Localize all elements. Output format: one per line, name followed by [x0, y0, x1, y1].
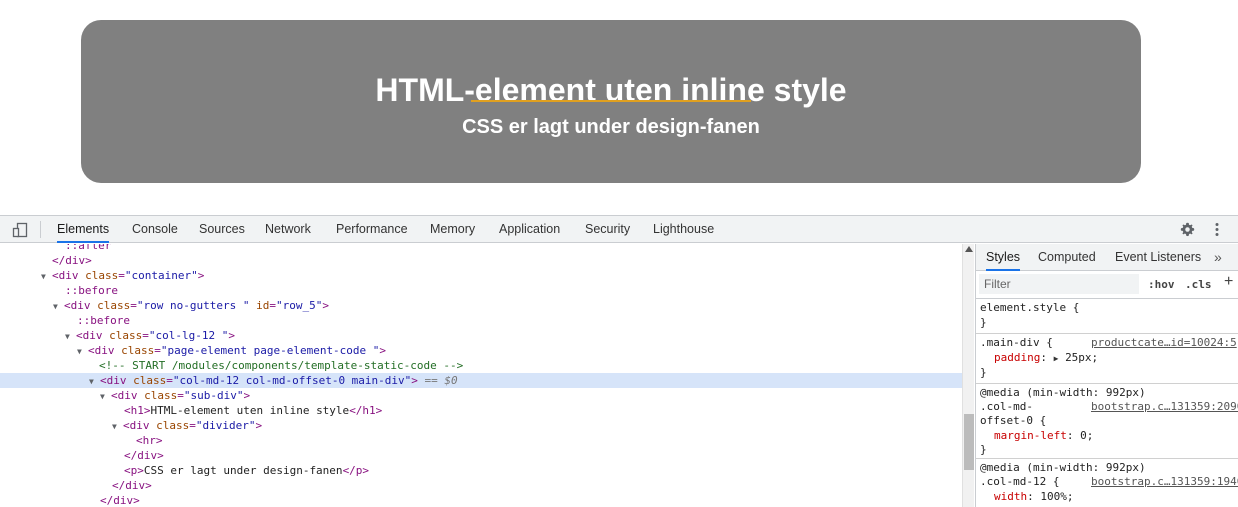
elements-scrollbar[interactable] [962, 244, 974, 507]
tab-memory[interactable]: Memory [430, 216, 475, 243]
rule-element-style[interactable]: element.style { } [976, 299, 1238, 334]
styles-filter-input[interactable] [979, 274, 1139, 294]
expand-shorthand-icon[interactable]: ▶ [1054, 354, 1059, 363]
tree-node[interactable]: ▼ <div class="container"> [0, 268, 962, 283]
tree-node[interactable]: </div> [0, 253, 962, 268]
tree-node[interactable]: </div> [0, 493, 962, 507]
hero-divider [471, 100, 751, 102]
tab-styles[interactable]: Styles [986, 244, 1021, 271]
rule-selector: .main-div { [980, 336, 1053, 349]
cls-toggle[interactable]: .cls [1185, 278, 1212, 291]
rule-source-link[interactable]: bootstrap.c…131359:2090 [1091, 400, 1238, 414]
expand-triangle-icon[interactable]: ▼ [77, 344, 88, 359]
css-value[interactable]: 0; [1080, 429, 1093, 442]
styles-filter-bar: :hov .cls + [976, 271, 1238, 299]
toolbar-separator [40, 221, 41, 238]
new-rule-plus-icon[interactable]: + [1224, 273, 1233, 291]
expand-triangle-icon[interactable]: ▼ [41, 269, 52, 284]
expand-triangle-icon[interactable]: ▼ [89, 374, 100, 389]
tree-node[interactable]: <p>CSS er lagt under design-fanen</p> [0, 463, 962, 478]
html-comment: <!-- START /modules/components/template-… [99, 359, 464, 372]
tab-console[interactable]: Console [132, 216, 178, 243]
gear-icon[interactable] [1180, 222, 1195, 237]
rule-source-link[interactable]: productcate…id=10024:5 [1091, 336, 1237, 350]
scrollbar-thumb[interactable] [964, 414, 974, 470]
tab-elements[interactable]: Elements [57, 216, 110, 243]
expand-triangle-icon[interactable]: ▼ [112, 419, 123, 434]
elements-tree[interactable]: ::after </div> ▼ <div class="container"> … [0, 244, 962, 507]
tab-computed[interactable]: Computed [1038, 244, 1096, 271]
tree-node-selected[interactable]: ▼ <div class="col-md-12 col-md-offset-0 m… [0, 373, 962, 388]
rule-source-link[interactable]: bootstrap.c…131359:1940 [1091, 475, 1238, 489]
css-value[interactable]: 100%; [1040, 490, 1073, 503]
media-query: @media (min-width: 992px) [980, 461, 1146, 474]
tree-node[interactable]: ▼ <div class="col-lg-12 "> [0, 328, 962, 343]
page-preview: HTML-element uten inline style CSS er la… [0, 0, 1238, 215]
more-tabs-chevron-icon[interactable]: » [1214, 244, 1222, 271]
tree-node[interactable]: <!-- START /modules/components/template-… [0, 358, 962, 373]
tab-performance[interactable]: Performance [336, 216, 408, 243]
css-property[interactable]: padding [994, 351, 1040, 364]
kebab-menu-icon[interactable] [1211, 222, 1223, 237]
media-query: @media (min-width: 992px) [980, 386, 1146, 399]
devtools-tabbar: Elements Console Sources Network Perform… [0, 216, 1238, 243]
tree-node[interactable]: <h1>HTML-element uten inline style</h1> [0, 403, 962, 418]
tab-application[interactable]: Application [499, 216, 560, 243]
tree-node[interactable]: </div> [0, 448, 962, 463]
tree-node[interactable]: ▼ <div class="row no-gutters " id="row_5"… [0, 298, 962, 313]
device-toggle-icon[interactable] [12, 222, 28, 238]
rule-col-md-offset-0[interactable]: @media (min-width: 992px) .col-md- boots… [976, 384, 1238, 459]
scroll-up-arrow-icon[interactable] [965, 246, 973, 252]
styles-pane: Styles Computed Event Listeners » :hov .… [975, 244, 1238, 507]
css-value[interactable]: 25px; [1065, 351, 1098, 364]
tree-node[interactable]: ::after [0, 244, 962, 253]
rule-selector: .col-md- [980, 400, 1033, 413]
tree-node[interactable]: ▼ <div class="sub-div"> [0, 388, 962, 403]
tab-sources[interactable]: Sources [199, 216, 245, 243]
selected-node-marker: == $0 [424, 374, 458, 387]
tab-security[interactable]: Security [585, 216, 630, 243]
tree-node[interactable]: ▼ <div class="page-element page-element-c… [0, 343, 962, 358]
tree-node[interactable]: ::before [0, 313, 962, 328]
rule-selector: element.style { [980, 301, 1080, 314]
closing-tag: </div> [52, 254, 92, 267]
hero-banner: HTML-element uten inline style CSS er la… [81, 20, 1141, 183]
tab-network[interactable]: Network [265, 216, 311, 243]
expand-triangle-icon[interactable]: ▼ [100, 389, 111, 404]
expand-triangle-icon[interactable]: ▼ [53, 299, 64, 314]
styles-tabbar: Styles Computed Event Listeners » [976, 244, 1238, 271]
css-property[interactable]: width [994, 490, 1027, 503]
tree-node[interactable]: ▼ <div class="divider"> [0, 418, 962, 433]
devtools-panel: Elements Console Sources Network Perform… [0, 215, 1238, 507]
rule-col-md-12[interactable]: @media (min-width: 992px) .col-md-12 { b… [976, 459, 1238, 507]
tab-lighthouse[interactable]: Lighthouse [653, 216, 714, 243]
tree-node[interactable]: <hr> [0, 433, 962, 448]
rule-selector: .col-md-12 { [980, 475, 1060, 488]
css-property[interactable]: margin-left [994, 429, 1067, 442]
hero-heading: HTML-element uten inline style [375, 72, 847, 108]
hero-subtitle: CSS er lagt under design-fanen [462, 116, 760, 138]
rule-main-div[interactable]: .main-div { productcate…id=10024:5 paddi… [976, 334, 1238, 384]
tree-node[interactable]: ::before [0, 283, 962, 298]
expand-triangle-icon[interactable]: ▼ [65, 329, 76, 344]
tree-node[interactable]: </div> [0, 478, 962, 493]
hov-toggle[interactable]: :hov [1148, 278, 1175, 291]
tab-event-listeners[interactable]: Event Listeners [1115, 244, 1201, 271]
pseudo-after: ::after [65, 244, 112, 252]
